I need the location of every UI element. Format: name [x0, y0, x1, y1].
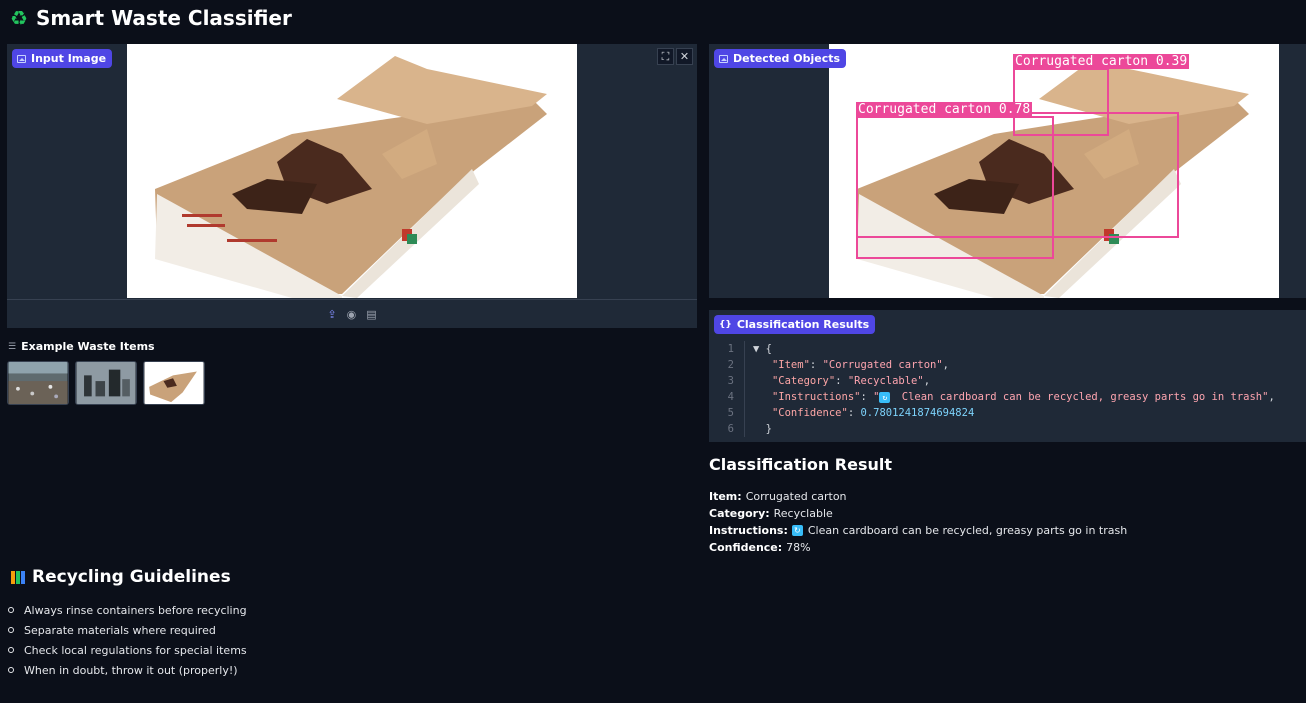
detection-box-3 [856, 112, 1179, 238]
guideline-item: Check local regulations for special item… [8, 640, 247, 660]
detected-objects-label: Detected Objects [714, 49, 847, 68]
example-cans-bottles[interactable] [75, 361, 137, 405]
books-icon [10, 569, 26, 585]
app-title: ♻ Smart Waste Classifier [10, 6, 292, 30]
cans-bottles-thumbnail [76, 362, 136, 404]
recycle-badge-icon: ↻ [791, 525, 803, 536]
result-title: Classification Result [709, 455, 892, 474]
code-line: 1 ▼ { [719, 341, 1275, 357]
collapse-toggle-icon[interactable]: ▼ [753, 343, 766, 355]
guideline-item: Separate materials where required [8, 620, 247, 640]
classification-results-label: {} Classification Results [714, 315, 876, 334]
result-item-row: Item: Corrugated carton [709, 490, 847, 503]
recycle-badge-icon: ↻ [879, 391, 891, 403]
detected-image: Corrugated carton 0.39 Corrugated carton… [829, 44, 1279, 298]
code-line: 6 } [719, 421, 1275, 437]
result-summary: Item: Corrugated carton Category: Recycl… [709, 488, 1127, 556]
input-image-panel[interactable]: Input Image ⛶ ✕ ⇪ ◉ ▤ [7, 44, 697, 328]
result-confidence-row: Confidence: 78% [709, 541, 811, 554]
guideline-item: Always rinse containers before recycling [8, 600, 247, 620]
code-line: 3 "Category" : "Recyclable" , [719, 373, 1275, 389]
close-icon[interactable]: ✕ [676, 48, 693, 65]
classification-results-panel: {} Classification Results 1 ▼ { 2 "Item"… [709, 310, 1306, 442]
webcam-icon[interactable]: ◉ [347, 308, 357, 321]
fullscreen-icon[interactable]: ⛶ [657, 48, 674, 65]
json-viewer: 1 ▼ { 2 "Item" : "Corrugated carton" , 3… [719, 341, 1275, 437]
image-icon [17, 54, 26, 63]
pizza-box-thumbnail [144, 362, 204, 404]
image-controls: ⛶ ✕ [657, 48, 693, 65]
examples-gallery [7, 361, 205, 405]
code-line: 5 "Confidence" : 0.7801241874694824 [719, 405, 1275, 421]
image-icon [719, 54, 728, 63]
upload-icon[interactable]: ⇪ [327, 308, 336, 321]
input-image[interactable] [127, 44, 577, 298]
detection-label-1: Corrugated carton 0.39 [1013, 54, 1190, 69]
beach-litter-thumbnail [8, 362, 68, 404]
input-image-label: Input Image [12, 49, 113, 68]
pizza-box-image [155, 56, 547, 298]
example-pizza-box[interactable] [143, 361, 205, 405]
result-category-row: Category: Recyclable [709, 507, 833, 520]
examples-heading: ☰ Example Waste Items [8, 340, 155, 353]
app-title-text: Smart Waste Classifier [35, 6, 292, 30]
recycle-icon: ♻ [10, 6, 28, 30]
example-beach-litter[interactable] [7, 361, 69, 405]
image-source-toolbar: ⇪ ◉ ▤ [7, 299, 697, 328]
clipboard-icon[interactable]: ▤ [366, 308, 376, 321]
detected-objects-panel: Detected Objects Corrugated carton 0.39 … [709, 44, 1306, 298]
detection-label-2: Corrugated carton 0.78 [856, 102, 1033, 117]
result-instructions-row: Instructions: ↻ Clean cardboard can be r… [709, 524, 1128, 537]
guidelines-list: Always rinse containers before recycling… [8, 600, 247, 680]
guidelines-title: Recycling Guidelines [10, 567, 231, 587]
code-line: 2 "Item" : "Corrugated carton" , [719, 357, 1275, 373]
code-line: 4 "Instructions" : " ↻ Clean cardboard c… [719, 389, 1275, 405]
braces-icon: {} [719, 319, 732, 330]
list-icon: ☰ [8, 341, 17, 352]
guideline-item: When in doubt, throw it out (properly!) [8, 660, 247, 680]
